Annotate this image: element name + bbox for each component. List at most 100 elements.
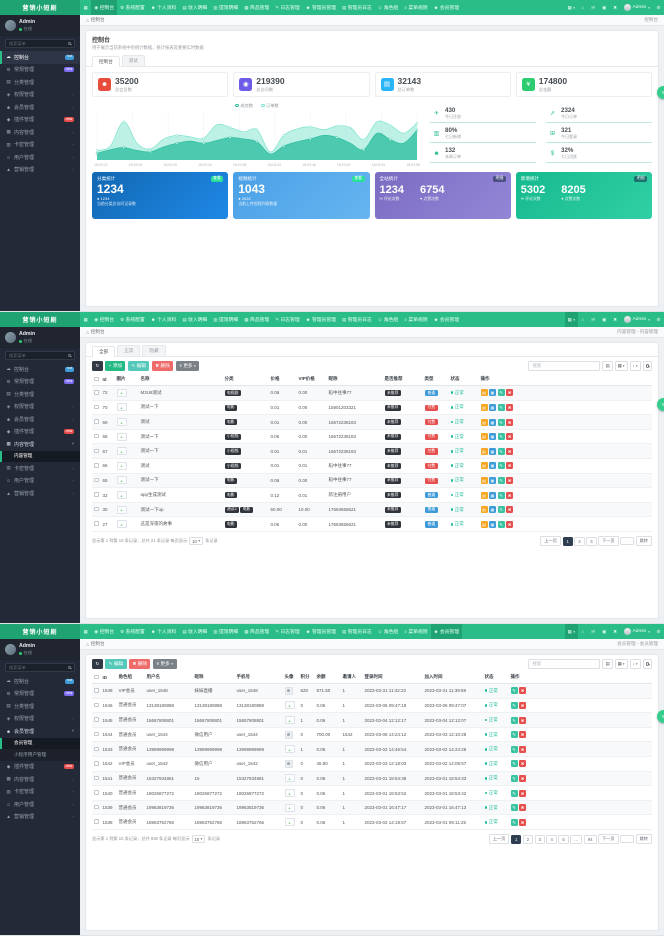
row-checkbox[interactable] [94, 507, 99, 512]
next-page-button[interactable]: 下一页 [598, 834, 619, 844]
edit-row-button[interactable]: ✎ [498, 462, 505, 469]
nav-item-1[interactable]: ⚙系统配置 [117, 0, 148, 15]
add-button[interactable]: +添加 [105, 361, 125, 371]
edit-row-button[interactable]: ✎ [511, 819, 518, 826]
mail-button[interactable]: ✉ [588, 0, 599, 15]
select-all-checkbox[interactable] [94, 377, 99, 382]
tab-2[interactable]: 隐藏 [142, 345, 165, 356]
detail-button[interactable]: ▤ [481, 433, 488, 440]
row-checkbox[interactable] [94, 732, 99, 737]
detail-button[interactable]: ▤ [481, 477, 488, 484]
card-badge[interactable]: 查看 [352, 176, 365, 182]
sidebar-item-3[interactable]: ◈权限管理‹ [0, 401, 80, 414]
column-header-6[interactable]: VIP价格 [297, 374, 327, 386]
close-button[interactable]: ✖ [610, 312, 621, 327]
page-jump-button[interactable]: 跳转 [636, 536, 652, 546]
search-button[interactable] [643, 361, 653, 371]
page-jump-input[interactable] [620, 835, 634, 843]
row-checkbox[interactable] [94, 776, 99, 781]
page-button-3[interactable]: 3 [535, 835, 545, 844]
episodes-button[interactable]: ▦ [489, 433, 496, 440]
page-button-2[interactable]: 2 [523, 835, 533, 844]
column-header-3[interactable]: 名称 [139, 374, 223, 386]
row-checkbox[interactable] [94, 717, 99, 722]
row-checkbox[interactable] [94, 405, 99, 410]
sidebar-item-4[interactable]: ☻会员管理▾ [0, 725, 80, 738]
detail-button[interactable]: ▤ [481, 419, 488, 426]
nav-item-4[interactable]: ▥提现明细 [210, 0, 241, 15]
column-header-3[interactable]: 用户名 [145, 672, 193, 684]
nav-item-6[interactable]: ✎日志管理 [272, 0, 302, 15]
common-search-button[interactable]: ▤ [602, 361, 612, 371]
page-button-1[interactable]: 1 [563, 537, 573, 546]
delete-row-button[interactable]: ✖ [519, 731, 526, 738]
column-header-2[interactable]: 角色组 [117, 672, 145, 684]
nav-item-8[interactable]: ▤管理员日志 [339, 312, 375, 327]
legend-item-0[interactable]: 成交数 [235, 103, 253, 109]
settings-button[interactable]: ⚙ [653, 0, 664, 15]
detail-button[interactable]: ▤ [481, 448, 488, 455]
sidebar-item-0[interactable]: ☁控制台hot [0, 363, 80, 376]
delete-row-button[interactable]: ✖ [506, 389, 513, 396]
detail-button[interactable]: ▤ [481, 521, 488, 528]
fab-button[interactable]: ≡ [657, 398, 664, 411]
fullscreen-button[interactable]: ▣ [599, 624, 610, 639]
page-button-5[interactable]: 5 [558, 835, 568, 844]
episodes-button[interactable]: ▦ [489, 521, 496, 528]
edit-row-button[interactable]: ✎ [498, 448, 505, 455]
fullscreen-button[interactable]: ▣ [599, 312, 610, 327]
row-checkbox[interactable] [94, 819, 99, 824]
sidebar-item-8[interactable]: ☺用户管理‹ [0, 798, 80, 811]
edit-row-button[interactable]: ✎ [511, 804, 518, 811]
edit-button[interactable]: ✎编辑 [128, 361, 149, 371]
edit-row-button[interactable]: ✎ [511, 790, 518, 797]
row-checkbox[interactable] [94, 688, 99, 693]
nav-item-10[interactable]: ≡菜单规则 [401, 312, 430, 327]
nav-item-8[interactable]: ▤管理员日志 [339, 624, 375, 639]
column-header-9[interactable]: 类型 [423, 374, 449, 386]
nav-item-11[interactable]: ☻会员管理 [431, 624, 462, 639]
nav-item-4[interactable]: ▥提现明细 [210, 312, 241, 327]
sidebar-item-6[interactable]: ▦内容管理‹ [0, 126, 80, 139]
edit-row-button[interactable]: ✎ [511, 717, 518, 724]
column-header-0[interactable] [92, 374, 101, 386]
column-header-13[interactable]: 操作 [509, 672, 653, 684]
card-badge[interactable]: 查看 [211, 176, 224, 182]
per-page-select[interactable]: 10▾ [189, 537, 203, 545]
sidebar-item-7[interactable]: ▥卡密管理‹ [0, 462, 80, 475]
columns-button[interactable]: ▦▾ [615, 361, 628, 371]
column-header-1[interactable]: ID [101, 672, 117, 684]
user-menu[interactable]: Admin▾ [621, 0, 653, 15]
delete-row-button[interactable]: ✖ [506, 404, 513, 411]
episodes-button[interactable]: ▦ [489, 506, 496, 513]
nav-item-2[interactable]: ☻个人资料 [148, 624, 179, 639]
nav-item-8[interactable]: ▤管理员日志 [339, 0, 375, 15]
delete-row-button[interactable]: ✖ [506, 433, 513, 440]
sidebar-item-1[interactable]: ⚙常规管理new [0, 64, 80, 77]
column-header-4[interactable]: 昵称 [193, 672, 235, 684]
column-header-7[interactable]: 昵称 [327, 374, 383, 386]
edit-row-button[interactable]: ✎ [511, 760, 518, 767]
edit-row-button[interactable]: ✎ [511, 687, 518, 694]
sidebar-item-4[interactable]: ☻会员管理‹ [0, 101, 80, 114]
episodes-button[interactable]: ▦ [489, 419, 496, 426]
settings-button[interactable]: ⚙ [653, 312, 664, 327]
sidebar-item-6[interactable]: ▦内容管理▾ [0, 438, 80, 451]
row-checkbox[interactable] [94, 390, 99, 395]
search-button[interactable] [643, 659, 653, 669]
column-header-11[interactable]: 加入时间 [423, 672, 483, 684]
detail-button[interactable]: ▤ [481, 389, 488, 396]
home-button[interactable]: ⌂ [578, 312, 588, 327]
nav-item-5[interactable]: ▦商品管理 [241, 0, 272, 15]
legend-item-1[interactable]: 订单数 [261, 103, 279, 109]
sidebar-item-5[interactable]: ◆插件管理new [0, 426, 80, 439]
nav-item-0[interactable]: ◉控制台 [91, 624, 117, 639]
sidebar-item-3[interactable]: ◈权限管理‹ [0, 713, 80, 726]
column-header-11[interactable]: 操作 [479, 374, 653, 386]
close-button[interactable]: ✖ [610, 624, 621, 639]
nav-item-9[interactable]: ☺角色组 [375, 312, 402, 327]
edit-row-button[interactable]: ✎ [498, 492, 505, 499]
episodes-button[interactable]: ▦ [489, 448, 496, 455]
sidebar-item-2[interactable]: ▤分类管理 [0, 700, 80, 713]
fab-button[interactable]: ≡ [657, 86, 664, 99]
